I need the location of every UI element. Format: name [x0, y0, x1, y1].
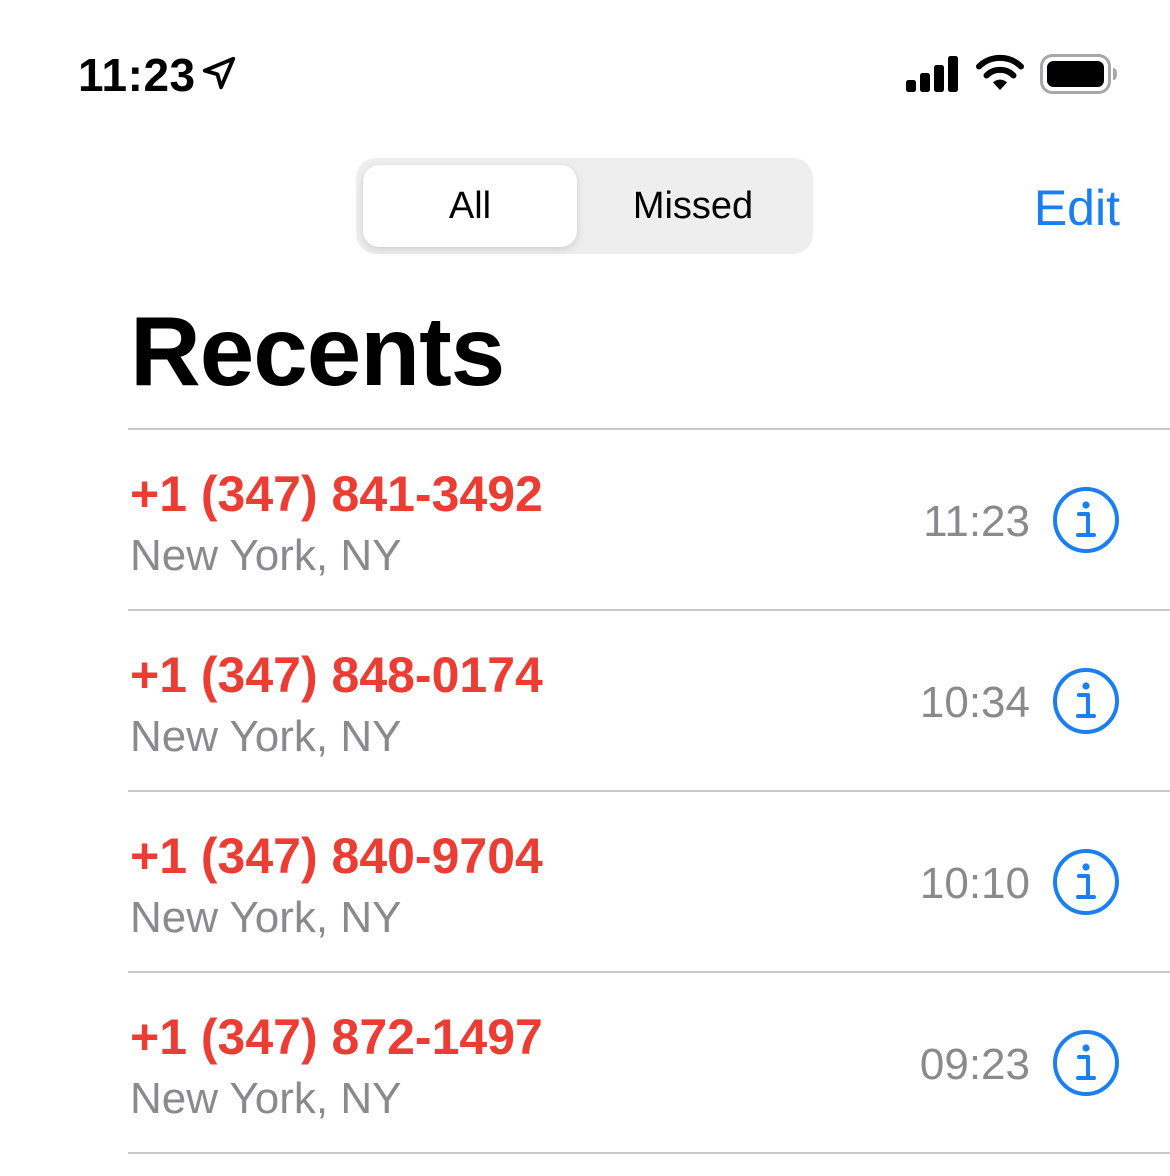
segment-missed[interactable]: Missed	[580, 165, 806, 247]
call-row[interactable]: +1 (347) 872-1497 New York, NY 09:23	[128, 973, 1170, 1152]
call-time: 10:34	[919, 678, 1030, 727]
info-icon[interactable]	[1052, 848, 1120, 916]
info-icon[interactable]	[1052, 486, 1120, 554]
caller-number: +1 (347) 841-3492	[130, 466, 543, 522]
location-arrow-icon	[202, 56, 236, 90]
status-time: 11:23	[78, 49, 196, 101]
wifi-icon	[976, 54, 1024, 90]
call-time: 11:23	[923, 497, 1030, 546]
caller-number: +1 (347) 872-1497	[130, 1009, 543, 1065]
call-row[interactable]: +1 (347) 841-3492 New York, NY 11:23	[128, 430, 1170, 609]
caller-location: New York, NY	[130, 712, 402, 761]
call-row[interactable]: +1 (347) 848-0174 New York, NY 10:34	[128, 611, 1170, 790]
info-icon[interactable]	[1052, 1029, 1120, 1097]
caller-number: +1 (347) 848-0174	[130, 647, 543, 703]
caller-number: +1 (347) 840-9704	[130, 828, 543, 884]
call-filter-segmented-control: All Missed	[356, 158, 813, 254]
divider	[128, 1152, 1170, 1154]
caller-location: New York, NY	[130, 893, 402, 942]
edit-button[interactable]: Edit	[1034, 178, 1120, 238]
battery-icon	[1040, 54, 1117, 94]
status-bar: 11:23	[0, 0, 1170, 150]
call-time: 10:10	[919, 859, 1030, 908]
page-title: Recents	[130, 296, 505, 406]
cellular-signal-icon	[906, 56, 958, 92]
caller-location: New York, NY	[130, 531, 402, 580]
recents-list: +1 (347) 841-3492 New York, NY 11:23 +1 …	[128, 428, 1170, 1154]
caller-location: New York, NY	[130, 1074, 402, 1123]
call-row[interactable]: +1 (347) 840-9704 New York, NY 10:10	[128, 792, 1170, 971]
call-time: 09:23	[919, 1040, 1030, 1089]
segment-all[interactable]: All	[363, 165, 577, 247]
info-icon[interactable]	[1052, 667, 1120, 735]
